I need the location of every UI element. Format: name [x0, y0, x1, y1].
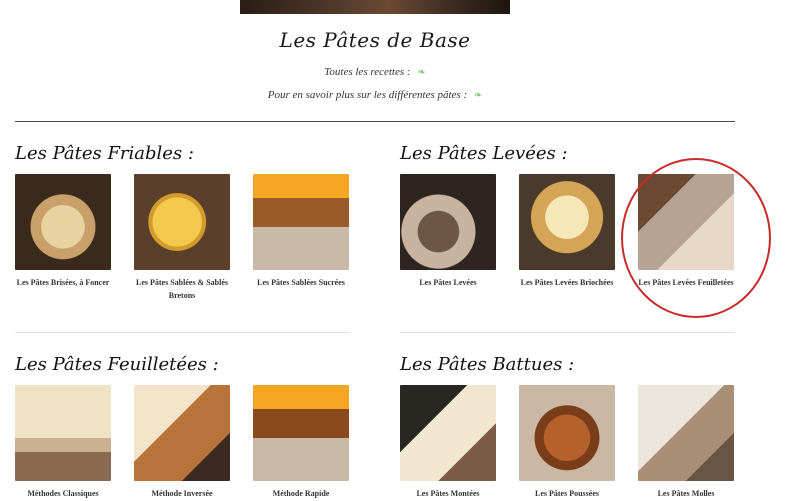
recipe-card-sucrees[interactable]: Les Pâtes Sablées Sucrées	[253, 174, 349, 289]
section-divider	[15, 332, 350, 333]
recipe-caption[interactable]: Méthode Inversée	[134, 487, 230, 500]
all-recipes-label: Toutes les recettes :	[324, 66, 411, 78]
section-title-battues: Les Pâtes Battues :	[400, 354, 575, 375]
section-title-friables: Les Pâtes Friables :	[15, 143, 194, 164]
recipe-card-briochees[interactable]: Les Pâtes Levées Briochées	[519, 174, 615, 289]
recipe-thumbnail[interactable]	[134, 385, 230, 481]
recipe-caption[interactable]: Méthode Rapide	[253, 487, 349, 500]
learn-more-link[interactable]: Pour en savoir plus sur les différentes …	[0, 89, 750, 101]
recipe-card-molles[interactable]: Les Pâtes Molles	[638, 385, 734, 500]
learn-more-label: Pour en savoir plus sur les différentes …	[267, 89, 468, 101]
recipe-caption[interactable]: Les Pâtes Levées	[400, 276, 496, 289]
recipe-caption[interactable]: Les Pâtes Poussées	[519, 487, 615, 500]
recipe-thumbnail[interactable]	[134, 174, 230, 270]
recipe-card-sablees[interactable]: Les Pâtes Sablées & Sablés Bretons	[134, 174, 230, 302]
recipe-thumbnail[interactable]	[638, 385, 734, 481]
hero-image	[240, 0, 510, 14]
recipe-thumbnail[interactable]	[15, 174, 111, 270]
recipe-caption[interactable]: Les Pâtes Sablées & Sablés Bretons	[134, 276, 230, 302]
recipe-card-inversee[interactable]: Méthode Inversée	[134, 385, 230, 500]
recipe-caption[interactable]: Les Pâtes Sablées Sucrées	[253, 276, 349, 289]
recipe-thumbnail[interactable]	[400, 385, 496, 481]
section-title-feuilletees: Les Pâtes Feuilletées :	[15, 354, 219, 375]
recipe-caption[interactable]: Les Pâtes Montées	[400, 487, 496, 500]
section-divider	[400, 332, 735, 333]
recipe-thumbnail[interactable]	[15, 385, 111, 481]
page-title: Les Pâtes de Base	[279, 28, 471, 52]
leaf-icon[interactable]: ❧	[417, 67, 425, 78]
recipe-card-poussees[interactable]: Les Pâtes Poussées	[519, 385, 615, 500]
section-divider	[15, 121, 735, 122]
recipe-caption[interactable]: Méthodes Classiques	[15, 487, 111, 500]
recipe-caption[interactable]: Les Pâtes Brisées, à Foncer	[15, 276, 111, 289]
recipe-thumbnail[interactable]	[253, 385, 349, 481]
recipe-card-brisees[interactable]: Les Pâtes Brisées, à Foncer	[15, 174, 111, 289]
highlight-circle	[621, 158, 771, 318]
recipe-card-montees[interactable]: Les Pâtes Montées	[400, 385, 496, 500]
recipe-caption[interactable]: Les Pâtes Molles	[638, 487, 734, 500]
recipe-caption[interactable]: Les Pâtes Levées Briochées	[519, 276, 615, 289]
recipe-thumbnail[interactable]	[519, 385, 615, 481]
recipe-thumbnail[interactable]	[400, 174, 496, 270]
recipe-card-classiques[interactable]: Méthodes Classiques	[15, 385, 111, 500]
recipe-thumbnail[interactable]	[519, 174, 615, 270]
recipe-card-rapide[interactable]: Méthode Rapide	[253, 385, 349, 500]
all-recipes-link[interactable]: Toutes les recettes : ❧	[0, 66, 750, 78]
recipe-card-levees[interactable]: Les Pâtes Levées	[400, 174, 496, 289]
section-title-levees: Les Pâtes Levées :	[400, 143, 568, 164]
recipe-thumbnail[interactable]	[253, 174, 349, 270]
leaf-icon[interactable]: ❧	[474, 90, 482, 101]
